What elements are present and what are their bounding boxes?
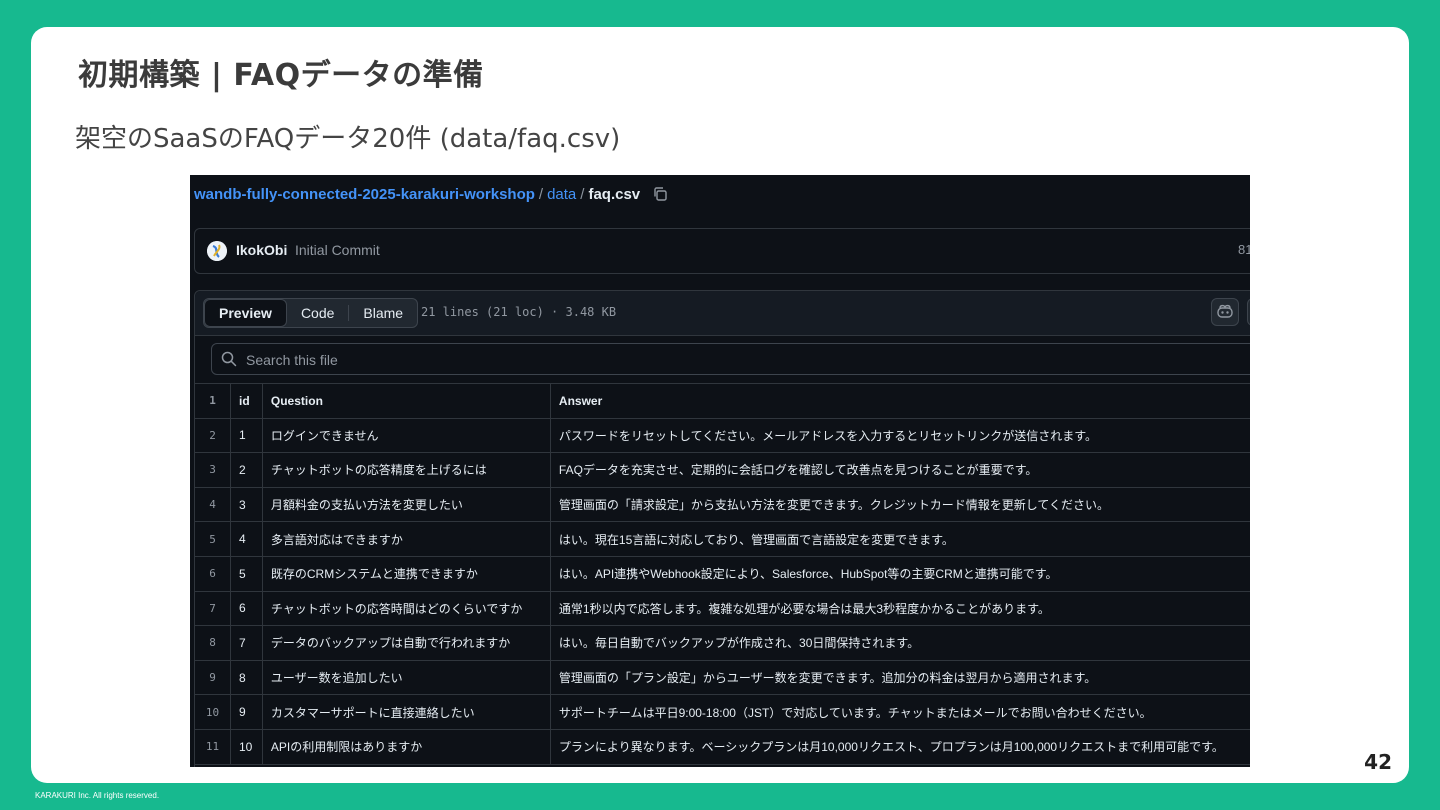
more-button[interactable] — [1247, 298, 1250, 326]
cell-id: 4 — [230, 521, 263, 557]
avatar[interactable] — [207, 241, 227, 261]
copy-icon[interactable] — [652, 186, 668, 206]
cell-id: 6 — [230, 590, 263, 627]
cell-id: 7 — [230, 625, 263, 661]
table-header-row: 1 id Question Answer — [195, 383, 1250, 419]
breadcrumb-separator: / — [538, 186, 544, 203]
search-input[interactable] — [244, 344, 848, 376]
view-mode-switch: Preview Code Blame — [203, 298, 419, 328]
line-number[interactable]: 5 — [195, 521, 231, 557]
cell-answer: はい。毎日自動でバックアップが作成され、30日間保持されます。 — [549, 625, 1250, 661]
tab-code[interactable]: Code — [287, 299, 348, 327]
cell-question: ユーザー数を追加したい — [261, 659, 551, 696]
commit-message[interactable]: Initial Commit — [295, 242, 380, 258]
cell-id: 3 — [230, 486, 263, 523]
line-number[interactable]: 3 — [195, 452, 231, 488]
tab-preview[interactable]: Preview — [204, 299, 287, 327]
cell-answer: 管理画面の「請求設定」から支払い方法を変更できます。クレジットカード情報を更新し… — [549, 486, 1250, 523]
cell-question: 多言語対応はできますか — [261, 521, 551, 557]
cell-answer: プランにより異なります。ベーシックプランは月10,000リクエスト、プロプランは… — [549, 728, 1250, 765]
commit-hash[interactable]: 81 — [1238, 242, 1250, 257]
cell-question: 月額料金の支払い方法を変更したい — [261, 486, 551, 523]
breadcrumb-separator: / — [580, 186, 585, 203]
breadcrumb-file-name: faq.csv — [588, 186, 641, 203]
file-meta: 21 lines (21 loc) · 3.48 KB — [421, 305, 617, 319]
line-number[interactable]: 1 — [195, 383, 231, 419]
csv-table: 1 id Question Answer 2 1 ログインできません パスワードをリセ… — [195, 383, 1250, 765]
copilot-button[interactable] — [1211, 298, 1239, 326]
header-answer: Answer — [549, 383, 1250, 419]
cell-id: 9 — [230, 694, 263, 730]
cell-answer: サポートチームは平日9:00-18:00（JST）で対応しています。チャットまた… — [549, 694, 1250, 730]
table-row: 7 6 チャットボットの応答時間はどのくらいですか 通常1秒以内で応答します。複雑な処… — [195, 590, 1250, 627]
copilot-icon — [1217, 304, 1233, 318]
table-row: 6 5 既存のCRMシステムと連携できますか はい。API連携やWebhook設定によ… — [195, 555, 1250, 592]
breadcrumb-repo-link[interactable]: wandb-fully-connected-2025-karakuri-work… — [194, 186, 535, 203]
file-header: Preview Code Blame 21 lines (21 loc) · 3… — [195, 291, 1250, 336]
page-number: 42 — [1364, 750, 1392, 774]
line-number[interactable]: 10 — [195, 694, 231, 730]
copyright-footer: KARAKURI Inc. All rights reserved. — [35, 791, 160, 800]
slide-title: 初期構築 | FAQデータの準備 — [78, 58, 484, 93]
cell-question: データのバックアップは自動で行われますか — [261, 625, 551, 661]
cell-question: APIの利用制限はありますか — [261, 728, 551, 765]
slide-subtitle: 架空のSaaSのFAQデータ20件 (data/faq.csv) — [75, 124, 621, 154]
tab-blame[interactable]: Blame — [349, 299, 417, 327]
table-row: 8 7 データのバックアップは自動で行われますか はい。毎日自動でバックアップが作成さ… — [195, 625, 1250, 661]
cell-answer: はい。現在15言語に対応しており、管理画面で言語設定を変更できます。 — [549, 521, 1250, 557]
latest-commit-bar: IkokObi Initial Commit 81 — [194, 228, 1250, 274]
cell-answer: FAQデータを充実させ、定期的に会話ログを確認して改善点を見つけることが重要です… — [549, 452, 1250, 488]
cell-id: 2 — [230, 452, 263, 488]
cell-answer: 通常1秒以内で応答します。複雑な処理が必要な場合は最大3秒程度かかることがありま… — [549, 590, 1250, 627]
header-id: id — [230, 383, 263, 419]
table-row: 3 2 チャットボットの応答精度を上げるには FAQデータを充実させ、定期的に会話ログ… — [195, 452, 1250, 488]
line-number[interactable]: 4 — [195, 486, 231, 523]
line-number[interactable]: 2 — [195, 417, 231, 454]
cell-id: 5 — [230, 555, 263, 592]
table-row: 10 9 カスタマーサポートに直接連絡したい サポートチームは平日9:00-18:00… — [195, 694, 1250, 730]
table-row: 2 1 ログインできません パスワードをリセットしてください。メールアドレスを入力する… — [195, 417, 1250, 454]
table-row: 9 8 ユーザー数を追加したい 管理画面の「プラン設定」からユーザー数を変更できます。… — [195, 659, 1250, 696]
cell-answer: パスワードをリセットしてください。メールアドレスを入力するとリセットリンクが送信… — [549, 417, 1250, 454]
breadcrumb: wandb-fully-connected-2025-karakuri-work… — [194, 186, 668, 206]
header-question: Question — [261, 383, 551, 419]
breadcrumb-folder-link[interactable]: data — [547, 186, 576, 203]
line-number[interactable]: 6 — [195, 555, 231, 592]
line-number[interactable]: 11 — [195, 728, 231, 765]
cell-question: チャットボットの応答精度を上げるには — [261, 452, 551, 488]
cell-question: カスタマーサポートに直接連絡したい — [261, 694, 551, 730]
table-row: 11 10 APIの利用制限はありますか プランにより異なります。ベーシックプランは月… — [195, 728, 1250, 765]
cell-question: 既存のCRMシステムと連携できますか — [261, 555, 551, 592]
table-row: 5 4 多言語対応はできますか はい。現在15言語に対応しており、管理画面で言語設定を… — [195, 521, 1250, 557]
commit-author[interactable]: IkokObi — [236, 242, 287, 258]
line-number[interactable]: 9 — [195, 659, 231, 696]
cell-id: 8 — [230, 659, 263, 696]
file-viewer: Preview Code Blame 21 lines (21 loc) · 3… — [194, 290, 1250, 767]
search-icon — [221, 351, 237, 372]
line-number[interactable]: 8 — [195, 625, 231, 661]
cell-question: ログインできません — [261, 417, 551, 454]
cell-question: チャットボットの応答時間はどのくらいですか — [261, 590, 551, 627]
cell-answer: 管理画面の「プラン設定」からユーザー数を変更できます。追加分の料金は翌月から適用… — [549, 659, 1250, 696]
github-file-screenshot: wandb-fully-connected-2025-karakuri-work… — [190, 175, 1250, 767]
cell-id: 10 — [230, 728, 263, 765]
line-number[interactable]: 7 — [195, 590, 231, 627]
cell-answer: はい。API連携やWebhook設定により、Salesforce、HubSpot… — [549, 555, 1250, 592]
cell-id: 1 — [230, 417, 263, 454]
table-row: 4 3 月額料金の支払い方法を変更したい 管理画面の「請求設定」から支払い方法を変更で… — [195, 486, 1250, 523]
search-box — [211, 343, 1250, 376]
